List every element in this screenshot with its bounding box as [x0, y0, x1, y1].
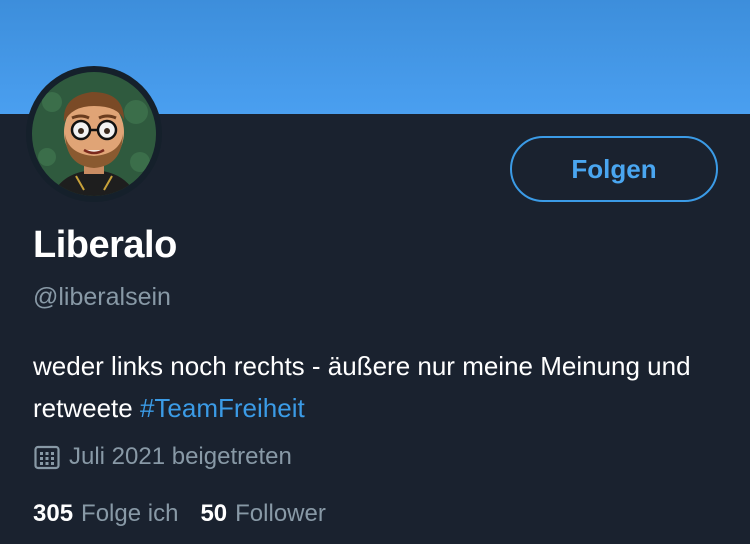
- followers-count: 50: [200, 500, 228, 527]
- following-label: Folge ich: [81, 500, 179, 527]
- bitmoji-avatar-icon: [32, 72, 156, 196]
- calendar-icon: [34, 445, 60, 470]
- bio-hashtag-link[interactable]: #TeamFreiheit: [140, 393, 305, 423]
- profile-handle: @liberalsein: [33, 283, 171, 311]
- followers-link[interactable]: 50 Follower: [200, 500, 325, 528]
- profile-name: Liberalo: [33, 224, 177, 266]
- profile-avatar[interactable]: [26, 66, 162, 202]
- following-count: 305: [33, 500, 74, 527]
- profile-bio: weder links noch rechts - äußere nur mei…: [33, 345, 723, 429]
- profile-stats: 305 Folge ich 50 Follower: [33, 500, 326, 528]
- bio-text: weder links noch rechts - äußere nur mei…: [33, 351, 691, 423]
- follow-button[interactable]: Folgen: [510, 136, 718, 202]
- followers-label: Follower: [235, 500, 326, 527]
- following-link[interactable]: 305 Folge ich: [33, 500, 178, 528]
- joined-date: Juli 2021 beigetreten: [33, 443, 292, 471]
- joined-text: Juli 2021 beigetreten: [69, 443, 292, 470]
